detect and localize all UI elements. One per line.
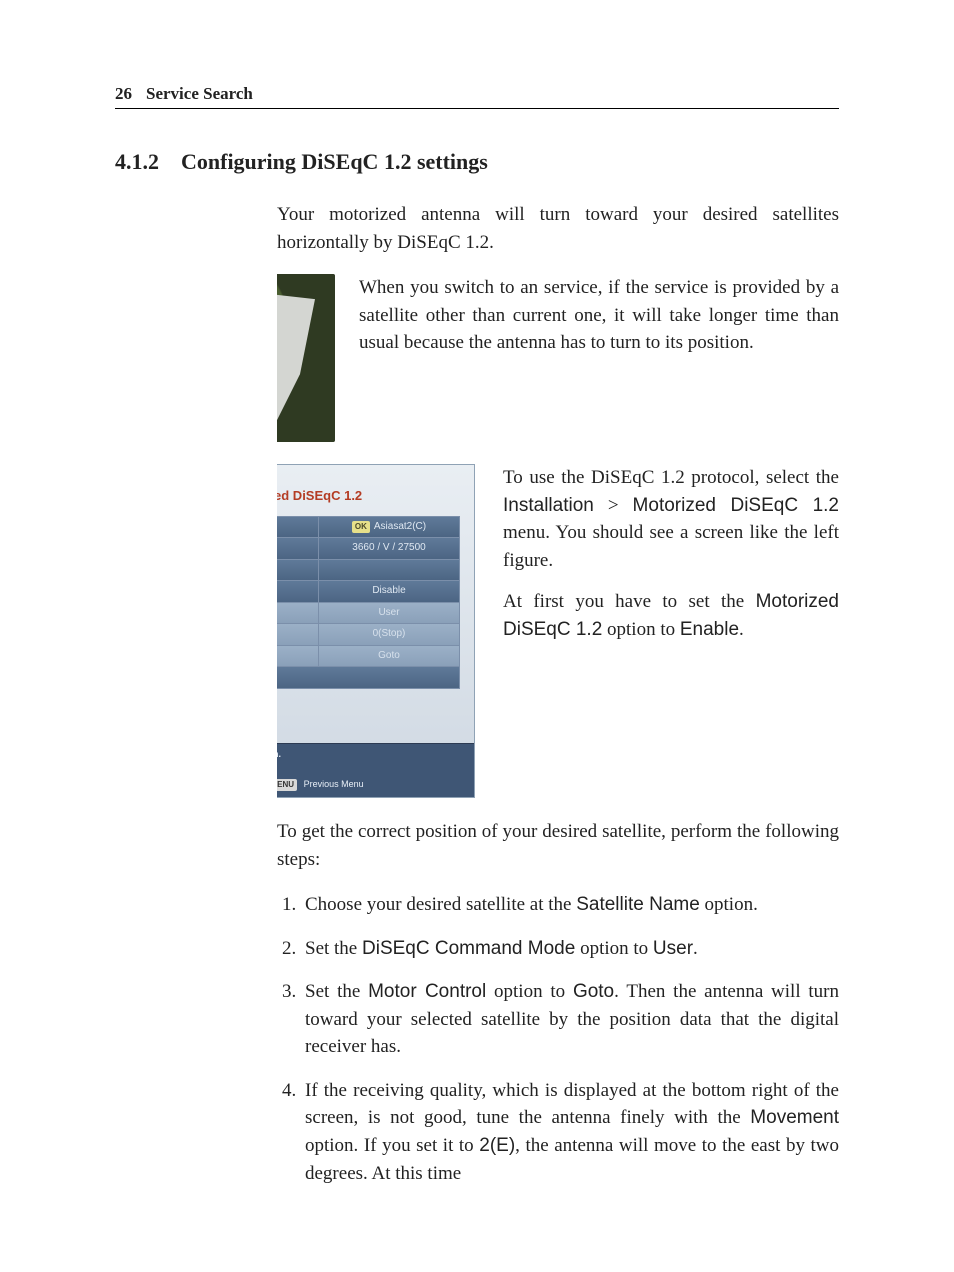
ui-value: OK Asiasat2(C) (319, 517, 459, 538)
ui-label: Satellite Name (277, 517, 319, 538)
menu-path-installation: Installation (503, 495, 594, 516)
text: Choose your desired satellite at the (305, 894, 576, 915)
ui-value (319, 560, 459, 581)
option-satellite-name: Satellite Name (576, 894, 700, 915)
heading-title: Configuring DiSEqC 1.2 settings (181, 149, 488, 175)
ui-help-line2: Press OK to see the list. (277, 761, 474, 776)
page: 26 Service Search 4.1.2 Configuring DiSE… (0, 0, 954, 1263)
text: Set the (305, 938, 362, 959)
ui-row-motorized: Motorized DiSEqC 1.2 Disable (277, 580, 459, 602)
option-enable: Enable (680, 619, 739, 640)
text: At first you have to set the (503, 591, 756, 612)
text: . (739, 619, 744, 640)
running-head: 26 Service Search (115, 84, 839, 104)
ui-title: Motorized DiSEqC 1.2 (277, 487, 460, 506)
text: option to (486, 981, 573, 1002)
text: option to (575, 938, 653, 959)
option-2e: 2(E) (479, 1135, 515, 1156)
ui-label: LNB Setting (277, 560, 319, 581)
text: option. If you set it to (305, 1135, 479, 1156)
ui-value: Goto (319, 646, 459, 667)
ui-value: 0(Stop) (319, 624, 459, 645)
option-motor-control: Motor Control (368, 981, 486, 1002)
ui-row-motor-control: Motor Control Goto (277, 645, 459, 667)
ui-value: Disable (319, 581, 459, 602)
ui-label: Motorized DiSEqC 1.2 (277, 581, 319, 602)
ui-label: Motor Control (277, 646, 319, 667)
ui-row-movement: Movement 0(Stop) (277, 623, 459, 645)
after-ui-block: To get the correct position of your desi… (277, 818, 839, 1187)
ui-value: 3660 / V / 27500 (319, 538, 459, 559)
option-goto: Goto (573, 981, 614, 1002)
section-title: Service Search (146, 84, 253, 104)
step-4: If the receiving quality, which is displ… (301, 1077, 839, 1187)
text: option. (700, 894, 758, 915)
menu-badge: MENU (277, 779, 297, 791)
heading-number: 4.1.2 (115, 149, 159, 175)
text: option to (602, 619, 680, 640)
menu-path-motorized: Motorized DiSEqC 1.2 (633, 495, 839, 516)
after-ui-paragraph: To get the correct position of your desi… (277, 818, 839, 873)
page-number: 26 (115, 84, 132, 104)
step-3: Set the Motor Control option to Goto. Th… (301, 978, 839, 1061)
ui-row-command-mode: DiSEqC Command Mode User (277, 602, 459, 624)
subsection-heading: 4.1.2 Configuring DiSEqC 1.2 settings (115, 149, 839, 175)
text: > (594, 495, 633, 516)
ui-label: Movement (277, 624, 319, 645)
steps-list: Choose your desired satellite at the Sat… (301, 891, 839, 1187)
ui-row-satellite-name: Satellite Name OK Asiasat2(C) (277, 517, 459, 538)
ui-help-line1: Select the satellite name of the dish. (277, 744, 474, 761)
divider (115, 108, 839, 109)
intro-paragraph: Your motorized antenna will turn toward … (277, 201, 839, 256)
ui-row-frequency: Frequency 3660 / V / 27500 (277, 537, 459, 559)
ui-wrap: Motorized DiSEqC 1.2 Satellite Name OK As… (277, 464, 839, 798)
ui-label: Service Search (277, 667, 459, 688)
ui-help-line3: ◆Moves Item, OK Selects Item, MENU Previ… (277, 776, 474, 797)
ui-value: User (319, 603, 459, 624)
ui-value-text: Asiasat2(C) (374, 521, 426, 532)
ui-rows: Satellite Name OK Asiasat2(C) Frequency 3… (277, 516, 460, 689)
ui-help-text: Previous Menu (304, 779, 364, 789)
ui-label: Frequency (277, 538, 319, 559)
step-2: Set the DiSEqC Command Mode option to Us… (301, 935, 839, 963)
photo-wrap: When you switch to an service, if the se… (277, 274, 839, 442)
ok-badge: OK (352, 521, 370, 533)
option-user: User (653, 938, 693, 959)
option-command-mode: DiSEqC Command Mode (362, 938, 575, 959)
option-movement: Movement (750, 1107, 839, 1128)
text: To use the DiSEqC 1.2 protocol, select t… (503, 467, 839, 488)
text: . (693, 938, 698, 959)
step-1: Choose your desired satellite at the Sat… (301, 891, 839, 919)
text: menu. You should see a screen like the l… (503, 522, 839, 571)
antenna-photo (277, 274, 335, 442)
text: Set the (305, 981, 368, 1002)
body-column: Your motorized antenna will turn toward … (277, 201, 839, 256)
ui-row-service-search: Service Search (277, 666, 459, 688)
ui-label: DiSEqC Command Mode (277, 603, 319, 624)
photo-paragraph: When you switch to an service, if the se… (277, 274, 839, 357)
diseqc-menu-screenshot: Motorized DiSEqC 1.2 Satellite Name OK As… (277, 464, 475, 798)
ui-row-lnb: LNB Setting (277, 559, 459, 581)
